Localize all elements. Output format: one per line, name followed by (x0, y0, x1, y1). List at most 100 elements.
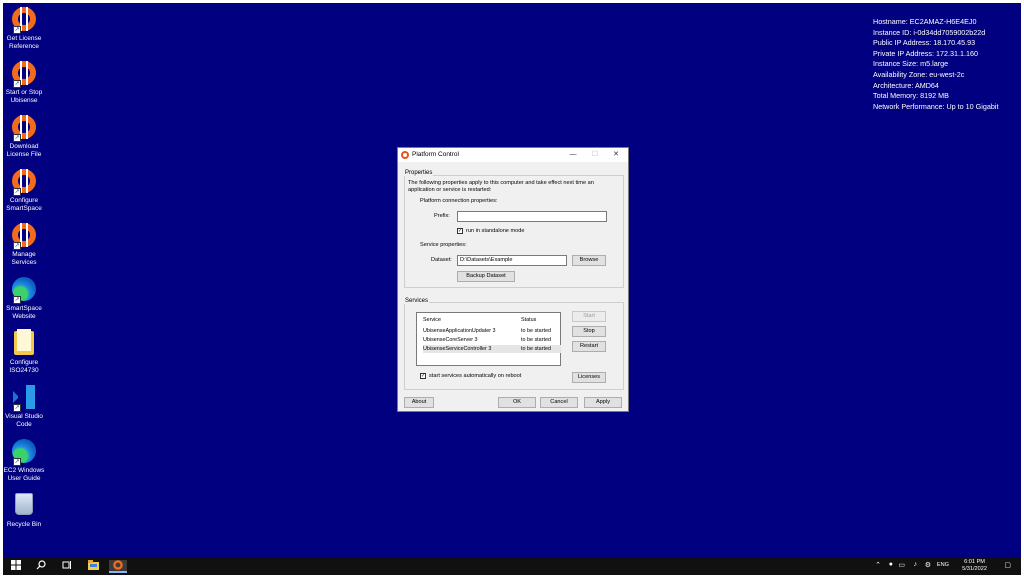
title-bar[interactable]: Platform Control — ☐ ✕ (398, 148, 628, 162)
desktop-icon-label: SmartSpace Website (6, 305, 42, 320)
restart-button[interactable]: Restart (572, 341, 606, 352)
desktop-icon-configure-smartspace[interactable]: ↗ Configure SmartSpace (3, 169, 45, 213)
edge-icon: ↗ (11, 439, 37, 466)
clock-date: 5/31/2022 (962, 566, 987, 572)
desktop: ↗ Get License Reference ↗ Start or Stop … (3, 3, 1021, 575)
dataset-label: Dataset: (431, 257, 452, 263)
desktop-icon-visual-studio-code[interactable]: ↗ Visual Studio Code (3, 385, 45, 429)
clock-time: 6:01 PM (964, 559, 985, 565)
edge-icon: ↗ (11, 277, 37, 304)
prefix-label: Prefix: (434, 213, 450, 219)
app-icon (401, 151, 409, 159)
windows-start-icon[interactable] (9, 560, 23, 573)
notifications-icon[interactable]: ▢ (1004, 561, 1011, 569)
info-instance-id: Instance ID: i-0d34dd7059002b22d (873, 27, 986, 37)
service-status: to be started (521, 346, 551, 352)
desktop-icon-manage-services[interactable]: ↗ Manage Services (3, 223, 45, 267)
services-list[interactable]: Service Status UbisenseApplicationUpdate… (416, 312, 561, 366)
platform-control-window: Platform Control — ☐ ✕ Properties The fo… (397, 147, 629, 412)
lifering-icon: ↗ (11, 223, 37, 250)
lifering-icon: ↗ (11, 169, 37, 196)
service-status: to be started (521, 337, 551, 343)
list-item[interactable]: UbisenseServiceController 3 to be starte… (423, 345, 561, 353)
info-hostname: Hostname: EC2AMAZ-H6E4EJ0 (873, 17, 977, 26)
info-total-memory: Total Memory: 8192 MB (873, 91, 949, 101)
info-network-performance: Network Performance: Up to 10 Gigabit (873, 101, 999, 111)
properties-group-label: Properties (404, 170, 434, 176)
desktop-icon-recycle-bin[interactable]: Recycle Bin (3, 493, 45, 529)
column-header-service[interactable]: Service (423, 316, 441, 324)
desktop-icon-label: Visual Studio Code (5, 413, 43, 428)
standalone-checkbox[interactable]: ✓ (457, 228, 463, 234)
standalone-label: run in standalone mode (466, 228, 525, 234)
stop-button[interactable]: Stop (572, 326, 606, 337)
dataset-input[interactable]: D:\Datasets\Example (457, 255, 567, 266)
info-instance-size: Instance Size: m5.large (873, 59, 949, 69)
service-properties-heading: Service properties: (420, 242, 467, 248)
show-hidden-icons-icon[interactable]: ⌃ (875, 561, 881, 569)
tray-app-icon[interactable]: ● (889, 561, 893, 568)
minimize-button[interactable]: — (564, 149, 582, 161)
autostart-checkbox[interactable]: ✓ (420, 373, 426, 379)
info-availability-zone: Availability Zone: eu-west-2c (873, 69, 965, 79)
service-status: to be started (521, 328, 551, 334)
autostart-label: start services automatically on reboot (429, 373, 522, 379)
search-icon[interactable] (34, 560, 48, 573)
lifering-icon: ↗ (11, 7, 37, 34)
connection-properties-heading: Platform connection properties: (420, 198, 498, 204)
services-list-header: Service Status (423, 316, 561, 324)
desktop-icon-label: Configure SmartSpace (6, 197, 42, 212)
info-private-ip: Private IP Address: 172.31.1.160 (873, 48, 978, 58)
desktop-icon-configure-iso24730[interactable]: Configure ISO24730 (3, 329, 45, 375)
file-icon (11, 329, 37, 357)
cancel-button[interactable]: Cancel (540, 397, 578, 408)
list-item[interactable]: UbisenseCoreServer 3 to be started (423, 336, 561, 344)
volume-icon[interactable]: ♪ (914, 561, 918, 568)
licenses-button[interactable]: Licenses (572, 372, 606, 383)
service-name: UbisenseServiceController 3 (423, 346, 492, 352)
prefix-input[interactable] (457, 211, 607, 222)
properties-description: The following properties apply to this c… (408, 180, 594, 193)
list-item[interactable]: UbisenseApplicationUpdater 3 to be start… (423, 327, 561, 335)
desktop-icon-label: EC2 Windows User Guide (3, 467, 45, 482)
desktop-icon-label: Configure ISO24730 (9, 359, 39, 374)
services-group-label: Services (404, 298, 430, 304)
service-name: UbisenseApplicationUpdater 3 (423, 328, 496, 334)
file-explorer-icon[interactable] (86, 560, 100, 573)
desktop-icon-label: Start or Stop Ubisense (5, 89, 43, 104)
desktop-icon-label: Recycle Bin (6, 521, 42, 528)
maximize-button[interactable]: ☐ (586, 149, 604, 161)
desktop-icon-get-license-reference[interactable]: ↗ Get License Reference (3, 7, 45, 51)
lifering-icon: ↗ (11, 61, 37, 88)
desktop-icon-start-stop-ubisense[interactable]: ↗ Start or Stop Ubisense (3, 61, 45, 105)
about-button[interactable]: About (404, 397, 434, 408)
desktop-icon-ec2-user-guide[interactable]: ↗ EC2 Windows User Guide (3, 439, 45, 483)
recycle-bin-icon (11, 493, 37, 519)
task-view-icon[interactable] (60, 560, 74, 573)
network-icon[interactable]: ▭ (898, 561, 905, 569)
desktop-icon-label: Download License File (6, 143, 42, 158)
window-title: Platform Control (412, 151, 459, 158)
column-header-status[interactable]: Status (521, 316, 536, 324)
backup-dataset-button[interactable]: Backup Dataset (457, 271, 515, 282)
desktop-icon-label: Manage Services (11, 251, 37, 266)
service-name: UbisenseCoreServer 3 (423, 337, 478, 343)
info-architecture: Architecture: AMD64 (873, 80, 939, 90)
info-public-ip: Public IP Address: 18.170.45.93 (873, 38, 976, 48)
clock[interactable]: 6:01 PM 5/31/2022 (962, 559, 987, 573)
taskbar: ⌃ ● ▭ ♪ ⚙ ENG 6:01 PM 5/31/2022 ▢ (3, 558, 1021, 575)
platform-control-taskbar-icon[interactable] (109, 560, 127, 573)
desktop-icon-download-license-file[interactable]: ↗ Download License File (3, 115, 45, 159)
ok-button[interactable]: OK (498, 397, 536, 408)
apply-button[interactable]: Apply (584, 397, 622, 408)
close-button[interactable]: ✕ (607, 149, 625, 161)
system-info-overlay: Hostname: EC2AMAZ-H6E4EJ0 Instance ID: i… (873, 17, 998, 112)
language-indicator[interactable]: ENG (937, 562, 949, 568)
lifering-icon: ↗ (11, 115, 37, 142)
settings-tray-icon[interactable]: ⚙ (925, 561, 931, 569)
browse-button[interactable]: Browse (572, 255, 606, 266)
desktop-icon-smartspace-website[interactable]: ↗ SmartSpace Website (3, 277, 45, 321)
start-button[interactable]: Start (572, 311, 606, 322)
desktop-icon-label: Get License Reference (6, 35, 42, 50)
vscode-icon: ↗ (11, 385, 37, 412)
